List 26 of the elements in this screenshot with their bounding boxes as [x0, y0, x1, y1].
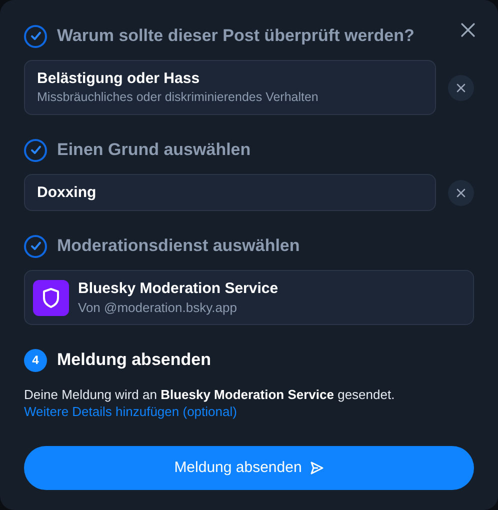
close-icon	[460, 22, 476, 38]
step-title: Warum sollte dieser Post überprüft werden?	[57, 25, 414, 48]
step-title: Meldung absenden	[57, 349, 211, 372]
selected-option[interactable]: Doxxing	[24, 174, 436, 211]
send-icon	[310, 461, 324, 475]
clear-button[interactable]	[448, 74, 474, 100]
option-title: Belästigung oder Hass	[37, 69, 201, 89]
service-name: Bluesky Moderation Service	[78, 278, 278, 298]
service-card[interactable]: Bluesky Moderation Service Von @moderation.bsky.app	[24, 270, 474, 325]
clear-button[interactable]	[448, 180, 474, 206]
close-icon	[456, 188, 466, 198]
selected-option[interactable]: Belästigung oder Hass Missbräuchliches oder diskriminierendes Verhalten	[24, 60, 436, 115]
report-message: Deine Meldung wird an Bluesky Moderation Service gesendet. Weitere Details hinzufügen (optional)	[24, 386, 396, 420]
step-number: 4	[24, 348, 47, 372]
step-title: Moderationsdienst auswählen	[57, 235, 300, 258]
option-description: Missbräuchliches oder diskriminierendes Verhalten	[37, 89, 320, 106]
shield-icon	[33, 280, 69, 316]
submit-button[interactable]: Meldung absenden	[24, 446, 474, 490]
add-details-link[interactable]: Weitere Details hinzufügen (optional)	[24, 404, 237, 419]
option-title: Doxxing	[37, 182, 98, 202]
check-icon	[24, 234, 47, 258]
service-handle: Von @moderation.bsky.app	[78, 298, 238, 316]
check-icon	[24, 138, 47, 162]
check-icon	[24, 24, 47, 48]
close-icon	[456, 82, 466, 92]
step-title: Einen Grund auswählen	[57, 139, 251, 162]
